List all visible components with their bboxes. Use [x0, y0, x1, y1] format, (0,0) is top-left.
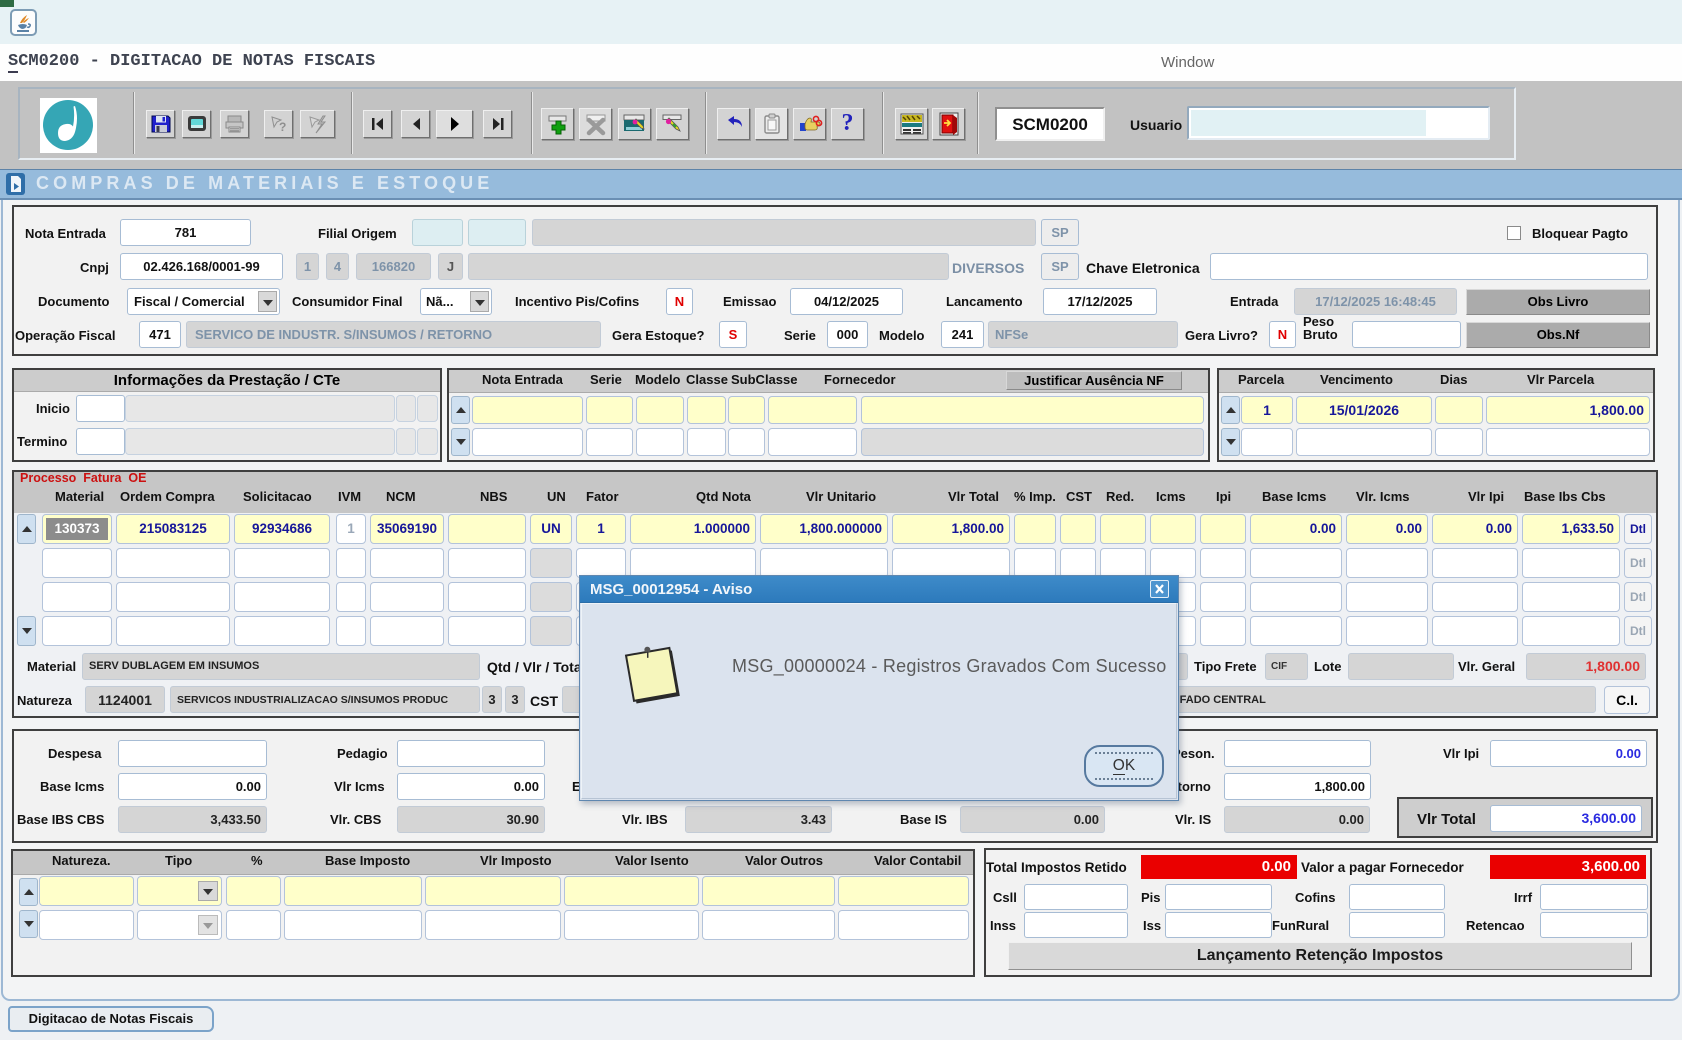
svg-text:?: ?	[279, 120, 286, 134]
